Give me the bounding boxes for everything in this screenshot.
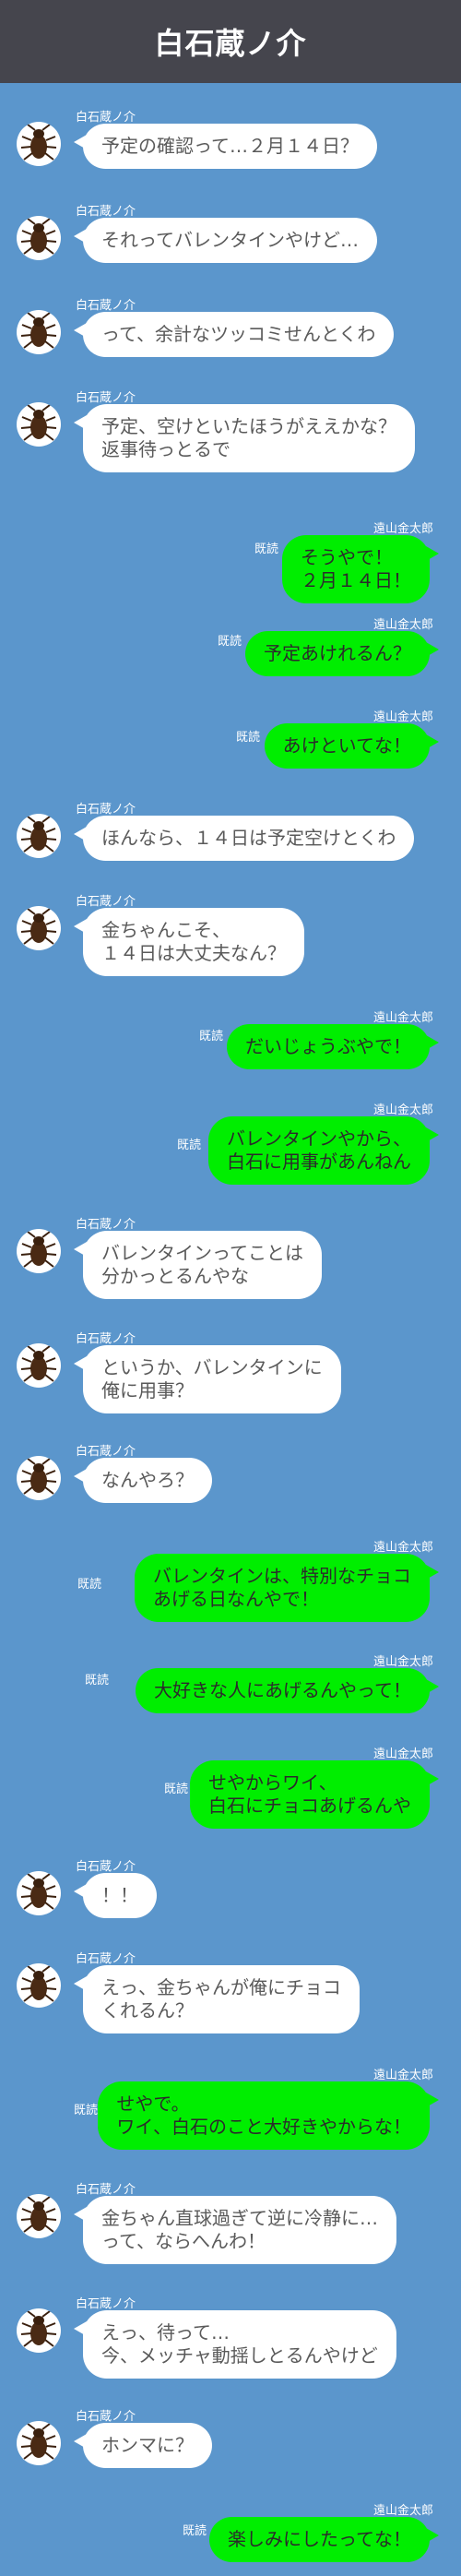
sender-name: 白石蔵ノ介 — [76, 2410, 136, 2424]
beetle-icon — [20, 1345, 57, 1382]
read-receipt: 既読 — [163, 1783, 188, 1796]
message-bubble[interactable]: ！！ — [74, 1873, 157, 1918]
sender-name: 白石蔵ノ介 — [76, 1860, 136, 1874]
sender-name: 白石蔵ノ介 — [76, 1332, 136, 1346]
sender-name: 白石蔵ノ介 — [76, 2297, 136, 2311]
sender-name: 白石蔵ノ介 — [76, 895, 136, 909]
sender-name: 遠山金太郎 — [372, 522, 433, 536]
sender-name: 白石蔵ノ介 — [76, 1445, 136, 1459]
sender-name: 遠山金太郎 — [372, 710, 433, 724]
sender-name: 遠山金太郎 — [372, 1655, 433, 1669]
read-receipt: 既読 — [198, 1030, 223, 1044]
read-receipt: 既読 — [176, 1139, 201, 1152]
message-bubble[interactable]: バレンタインは、特別なチョコ あげる日なんやで！ — [135, 1554, 439, 1622]
read-receipt: 既読 — [84, 1674, 109, 1688]
avatar[interactable] — [17, 1963, 61, 2008]
chat-header: 白石蔵ノ介 — [0, 0, 461, 83]
beetle-icon — [20, 218, 57, 255]
sender-name: 遠山金太郎 — [372, 1747, 433, 1761]
message-bubble[interactable]: バレンタインってことは 分かっとるんやな — [74, 1231, 322, 1299]
message-bubble[interactable]: だいじょうぶやで！ — [227, 1024, 439, 1069]
message-bubble[interactable]: 楽しみにしたってな！ — [209, 2517, 439, 2562]
beetle-icon — [20, 908, 57, 945]
beetle-icon — [20, 1458, 57, 1495]
avatar[interactable] — [17, 122, 61, 166]
beetle-icon — [20, 2423, 57, 2460]
sender-name: 遠山金太郎 — [372, 1541, 433, 1555]
avatar[interactable] — [17, 2194, 61, 2238]
avatar[interactable] — [17, 1229, 61, 1273]
sender-name: 白石蔵ノ介 — [76, 1952, 136, 1966]
sender-name: 白石蔵ノ介 — [76, 1218, 136, 1232]
beetle-icon — [20, 124, 57, 161]
avatar[interactable] — [17, 216, 61, 260]
avatar[interactable] — [17, 2421, 61, 2465]
message-bubble[interactable]: そうやで！ ２月１４日！ — [282, 535, 439, 603]
message-bubble[interactable]: 金ちゃんこそ、 １４日は大丈夫なん？ — [74, 908, 304, 976]
sender-name: 白石蔵ノ介 — [76, 803, 136, 817]
read-receipt: 既読 — [235, 731, 260, 745]
read-receipt: 既読 — [182, 2524, 207, 2538]
beetle-icon — [20, 1231, 57, 1268]
message-bubble[interactable]: 予定の確認って…２月１４日？ — [74, 124, 377, 169]
read-receipt: 既読 — [217, 635, 242, 649]
beetle-icon — [20, 1965, 57, 2002]
avatar[interactable] — [17, 402, 61, 447]
message-bubble[interactable]: 大好きな人にあげるんやって！ — [136, 1668, 439, 1713]
avatar[interactable] — [17, 814, 61, 858]
beetle-icon — [20, 2310, 57, 2347]
sender-name: 白石蔵ノ介 — [76, 111, 136, 125]
sender-name: 遠山金太郎 — [372, 618, 433, 632]
sender-name: 遠山金太郎 — [372, 1011, 433, 1025]
message-bubble[interactable]: せやで。 ワイ、白石のこと大好きやからな！ — [98, 2081, 439, 2150]
read-receipt: 既読 — [77, 1578, 101, 1592]
message-bubble[interactable]: 金ちゃん直球過ぎて逆に冷静に… って、ならへんわ！ — [74, 2196, 396, 2264]
message-bubble[interactable]: ホンマに？ — [74, 2423, 212, 2468]
avatar[interactable] — [17, 310, 61, 354]
sender-name: 白石蔵ノ介 — [76, 205, 136, 219]
message-bubble[interactable]: なんやろ？ — [74, 1458, 212, 1503]
message-bubble[interactable]: えっ、待って… 今、メッチャ動揺しとるんやけど — [74, 2310, 396, 2379]
read-receipt: 既読 — [254, 543, 278, 556]
sender-name: 白石蔵ノ介 — [76, 299, 136, 313]
beetle-icon — [20, 2196, 57, 2233]
avatar[interactable] — [17, 1456, 61, 1500]
sender-name: 遠山金太郎 — [372, 2069, 433, 2082]
message-bubble[interactable]: それってバレンタインやけど… — [74, 218, 377, 263]
read-receipt: 既読 — [73, 2104, 98, 2117]
avatar[interactable] — [17, 906, 61, 950]
beetle-icon — [20, 404, 57, 441]
beetle-icon — [20, 312, 57, 349]
sender-name: 遠山金太郎 — [372, 2504, 433, 2518]
message-bubble[interactable]: って、余計なツッコミせんとくわ — [73, 312, 395, 357]
avatar[interactable] — [17, 2308, 61, 2353]
beetle-icon — [20, 816, 57, 853]
message-bubble[interactable]: 予定あけれるん？ — [245, 631, 439, 676]
message-bubble[interactable]: ほんなら、１４日は予定空けとくわ — [73, 816, 415, 861]
message-bubble[interactable]: あけといてな！ — [264, 723, 440, 769]
sender-name: 白石蔵ノ介 — [76, 391, 136, 405]
message-bubble[interactable]: というか、バレンタインに 俺に用事？ — [74, 1345, 341, 1413]
message-bubble[interactable]: えっ、金ちゃんが俺にチョコ くれるん？ — [74, 1965, 360, 2033]
message-bubble[interactable]: バレンタインやから、 白石に用事があんねん — [208, 1116, 439, 1185]
sender-name: 遠山金太郎 — [372, 1103, 433, 1117]
chat-title: 白石蔵ノ介 — [154, 26, 307, 61]
message-bubble[interactable]: せやからワイ、 白石にチョコあげるんや — [190, 1760, 439, 1829]
avatar[interactable] — [17, 1343, 61, 1388]
avatar[interactable] — [17, 1871, 61, 1915]
message-bubble[interactable]: 予定、空けといたほうがええかな？ 返事待っとるで — [74, 404, 415, 472]
beetle-icon — [20, 1873, 57, 1910]
sender-name: 白石蔵ノ介 — [76, 2183, 136, 2197]
